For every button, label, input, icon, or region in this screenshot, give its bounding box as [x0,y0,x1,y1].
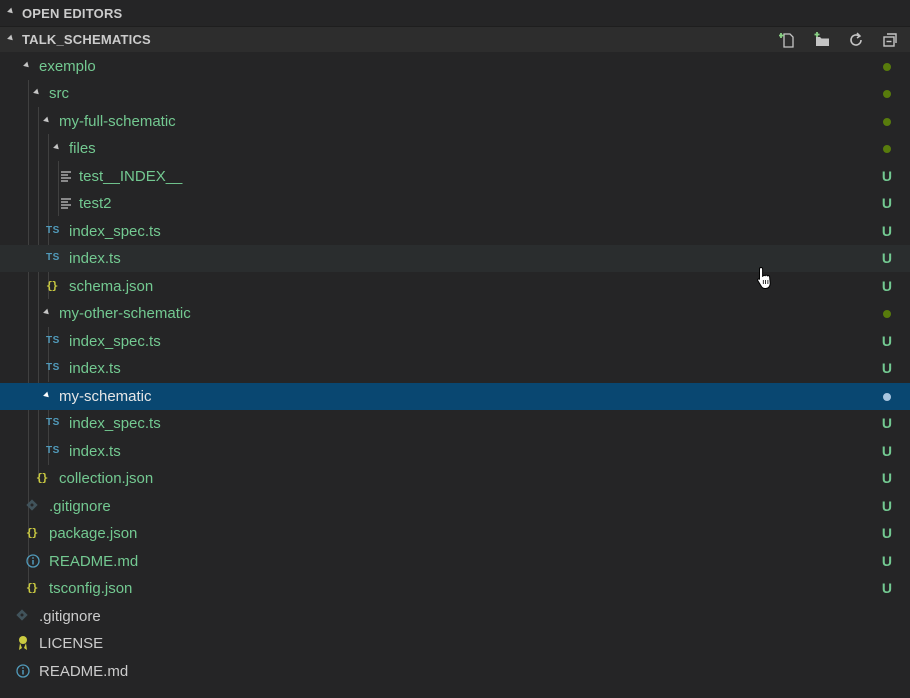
untracked-badge: U [881,580,892,596]
tree-item-label: index.ts [69,360,121,377]
tree-item-file[interactable]: README.md U [0,548,910,575]
refresh-icon[interactable] [846,30,866,50]
typescript-icon: TS [46,362,60,373]
lines-icon [61,171,72,185]
tree-item-label: index.ts [69,443,121,460]
tree-item-label: README.md [39,663,129,680]
info-icon [26,554,40,571]
tree-item-label: schema.json [69,278,154,295]
tree-item-label: my-full-schematic [59,113,176,130]
tree-item-file[interactable]: {} tsconfig.json U [0,575,910,602]
typescript-icon: TS [46,445,60,456]
tree-item-file[interactable]: test2 U [0,190,910,217]
json-icon: {} [26,581,38,594]
tree-item-label: index_spec.ts [69,333,161,350]
chevron-down-icon[interactable] [53,143,61,152]
untracked-badge: U [881,525,892,541]
git-icon [16,609,29,625]
tree-item-folder[interactable]: my-schematic [0,383,910,410]
untracked-badge: U [881,278,892,294]
tree-item-label: my-other-schematic [59,305,191,322]
modified-dot-badge [883,393,891,401]
modified-dot-badge [883,118,891,126]
untracked-badge: U [881,168,892,184]
modified-dot-badge [883,90,891,98]
tree-item-file[interactable]: {} collection.json U [0,465,910,492]
tree-item-label: test__INDEX__ [79,168,183,185]
untracked-badge: U [881,333,892,349]
modified-dot-badge [883,145,891,153]
tree-item-file[interactable]: TS index_spec.ts U [0,410,910,437]
collapse-all-icon[interactable] [880,30,900,50]
tree-item-file[interactable]: test__INDEX__ U [0,163,910,190]
hand-cursor-icon [756,266,774,294]
typescript-icon: TS [46,252,60,263]
tree-item-label: collection.json [59,470,154,487]
untracked-badge: U [881,360,892,376]
new-folder-icon[interactable] [812,30,832,50]
modified-dot-badge [883,63,891,71]
tree-item-label: test2 [79,195,112,212]
tree-item-label: index.ts [69,250,121,267]
untracked-badge: U [881,470,892,486]
untracked-badge: U [881,498,892,514]
tree-item-file[interactable]: TS index_spec.ts U [0,218,910,245]
tree-item-file[interactable]: .gitignore U [0,493,910,520]
tree-item-folder[interactable]: my-full-schematic [0,108,910,135]
info-icon [16,664,30,681]
tree-item-label: package.json [49,525,138,542]
tree-item-label: src [49,85,69,102]
new-file-icon[interactable] [778,30,798,50]
tree-item-file[interactable]: LICENSE [0,630,910,657]
tree-item-file[interactable]: {} package.json U [0,520,910,547]
chevron-down-icon [7,7,15,16]
chevron-down-icon[interactable] [23,61,31,70]
open-editors-header[interactable]: OPEN EDITORS [0,0,910,26]
tree-item-label: exemplo [39,58,96,75]
tree-item-label: index_spec.ts [69,415,161,432]
tree-item-file[interactable]: .gitignore [0,603,910,630]
project-header[interactable]: TALK_SCHEMATICS [0,26,910,52]
tree-item-file[interactable]: README.md [0,658,910,685]
untracked-badge: U [881,415,892,431]
chevron-down-icon[interactable] [43,391,51,400]
section-title: OPEN EDITORS [22,5,123,21]
json-icon: {} [46,279,58,292]
chevron-down-icon [7,34,15,43]
untracked-badge: U [881,195,892,211]
tree-item-folder[interactable]: files [0,135,910,162]
tree-item-label: .gitignore [49,498,111,515]
chevron-down-icon[interactable] [43,308,51,317]
tree-item-folder[interactable]: my-other-schematic [0,300,910,327]
json-icon: {} [36,471,48,484]
tree-item-label: tsconfig.json [49,580,133,597]
license-icon [17,635,29,654]
tree-item-file[interactable]: TS index_spec.ts U [0,328,910,355]
untracked-badge: U [881,553,892,569]
chevron-down-icon[interactable] [43,116,51,125]
tree-item-label: index_spec.ts [69,223,161,240]
typescript-icon: TS [46,335,60,346]
lines-icon [61,198,72,212]
tree-item-file[interactable]: TS index.ts U [0,438,910,465]
tree-item-label: README.md [49,553,139,570]
untracked-badge: U [881,250,892,266]
tree-item-folder[interactable]: exemplo [0,53,910,80]
tree-item-label: LICENSE [39,635,104,652]
tree-item-folder[interactable]: src [0,80,910,107]
git-icon [26,499,39,515]
explorer-toolbar [778,30,900,50]
tree-item-file[interactable]: TS index.ts U [0,355,910,382]
chevron-down-icon[interactable] [33,88,41,97]
untracked-badge: U [881,223,892,239]
tree-item-label: .gitignore [39,608,101,625]
modified-dot-badge [883,310,891,318]
json-icon: {} [26,526,38,539]
untracked-badge: U [881,443,892,459]
typescript-icon: TS [46,225,60,236]
tree-item-label: my-schematic [59,388,152,405]
typescript-icon: TS [46,417,60,428]
tree-item-label: files [69,140,96,157]
section-title: TALK_SCHEMATICS [22,32,151,47]
